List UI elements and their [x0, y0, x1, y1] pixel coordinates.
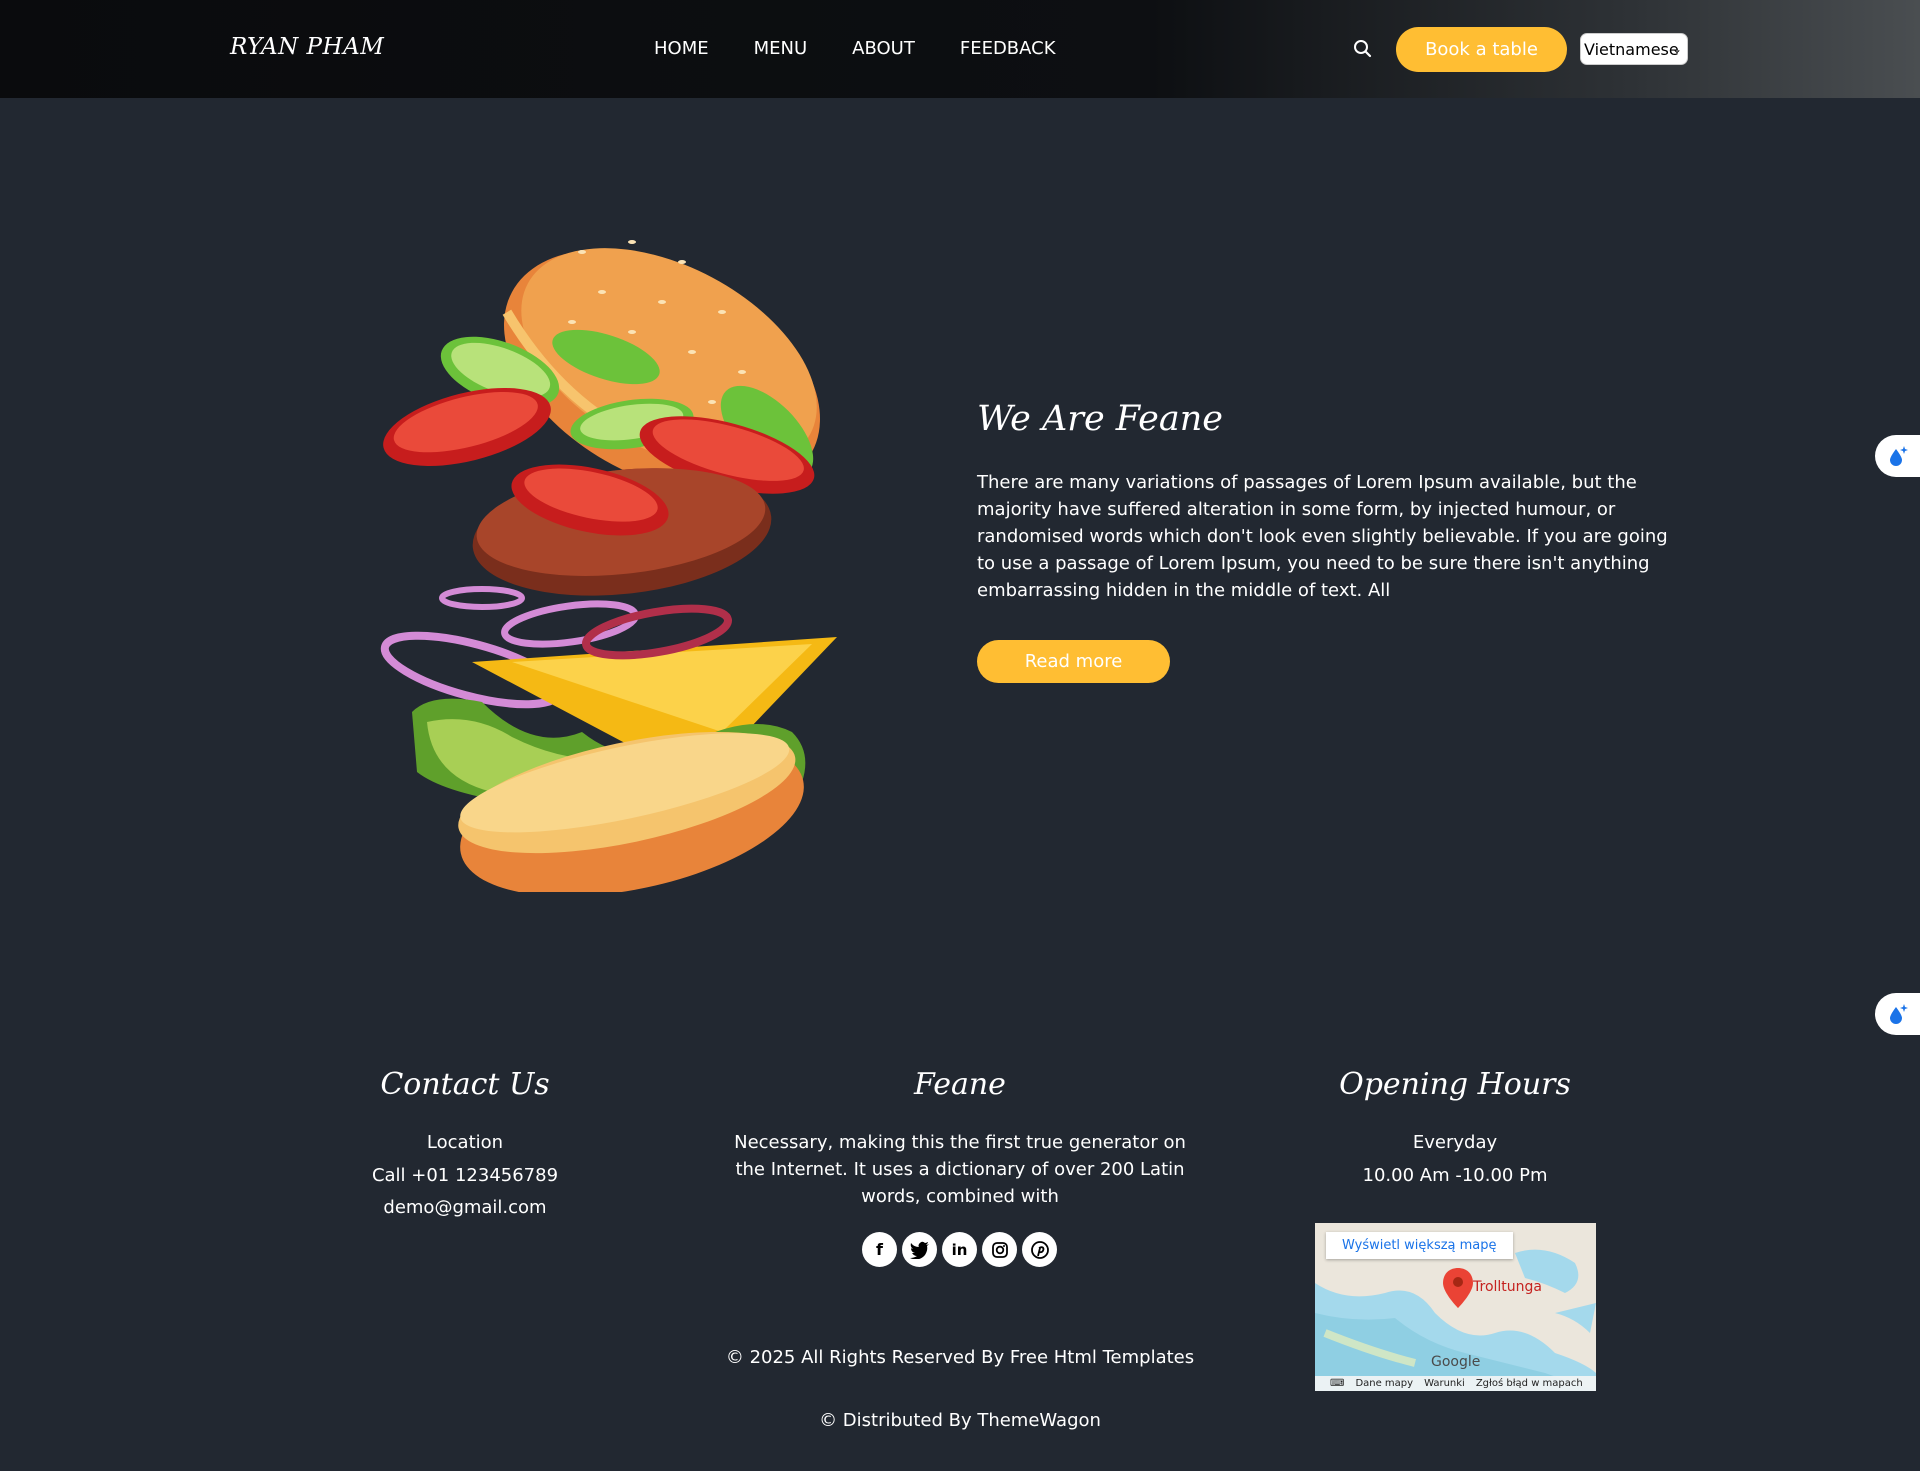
- contact-title: Contact Us: [380, 1067, 550, 1102]
- side-widget-top[interactable]: [1875, 435, 1920, 477]
- map-terms-link[interactable]: Warunki: [1424, 1378, 1465, 1389]
- book-table-button[interactable]: Book a table: [1396, 27, 1567, 72]
- language-value: Vietnamese: [1584, 39, 1679, 59]
- map-place-label: Trolltunga: [1473, 1279, 1542, 1295]
- pinterest-p-glyph: [1030, 1240, 1049, 1259]
- instagram-camera-glyph: [991, 1241, 1008, 1258]
- droplet-sparkle-icon: [1889, 1004, 1908, 1024]
- nav-menu[interactable]: MENU: [754, 38, 808, 59]
- contact-email[interactable]: demo@gmail.com: [315, 1194, 615, 1221]
- social-links: f in: [862, 1232, 1057, 1267]
- contact-phone[interactable]: Call +01 123456789: [315, 1162, 615, 1189]
- twitter-icon[interactable]: [902, 1232, 937, 1267]
- nav-feedback[interactable]: FEEDBACK: [960, 38, 1056, 59]
- map-footer: ⌨ Dane mapy Warunki Zgłoś błąd w mapach: [1315, 1376, 1596, 1391]
- twitter-bird-glyph: [909, 1241, 929, 1259]
- hours-days: Everyday: [1412, 1132, 1498, 1153]
- linkedin-icon[interactable]: in: [942, 1232, 977, 1267]
- brand-logo[interactable]: RYAN PHAM: [230, 34, 384, 60]
- side-widget-bottom[interactable]: [1875, 993, 1920, 1035]
- contact-location[interactable]: Location: [315, 1129, 615, 1156]
- main-nav: HOME MENU ABOUT FEEDBACK: [654, 38, 1101, 59]
- about-title: We Are Feane: [977, 399, 1224, 439]
- keyboard-icon[interactable]: ⌨: [1330, 1378, 1344, 1389]
- burger-illustration: [380, 240, 837, 892]
- facebook-icon[interactable]: f: [862, 1232, 897, 1267]
- feane-title: Feane: [914, 1067, 1006, 1102]
- view-larger-map-link[interactable]: Wyświetl większą mapę: [1326, 1232, 1513, 1259]
- map-data-link[interactable]: Dane mapy: [1355, 1378, 1413, 1389]
- pinterest-icon[interactable]: [1022, 1232, 1057, 1267]
- nav-home[interactable]: HOME: [654, 38, 709, 59]
- map-pin-icon: [1443, 1268, 1473, 1308]
- search-icon[interactable]: [1352, 38, 1374, 60]
- copyright-text: © 2025 All Rights Reserved By Free Html …: [725, 1347, 1195, 1368]
- hours-time: 10.00 Am -10.00 Pm: [1362, 1165, 1548, 1186]
- distributed-text: © Distributed By ThemeWagon: [819, 1410, 1101, 1431]
- chevron-down-icon: ⌄: [1671, 42, 1682, 56]
- read-more-button[interactable]: Read more: [977, 640, 1170, 683]
- hours-title: Opening Hours: [1339, 1067, 1571, 1102]
- feane-text: Necessary, making this the first true ge…: [734, 1132, 1186, 1207]
- instagram-icon[interactable]: [982, 1232, 1017, 1267]
- map-report-link[interactable]: Zgłoś błąd w mapach: [1476, 1378, 1583, 1389]
- site-header: RYAN PHAM HOME MENU ABOUT FEEDBACK Book …: [0, 0, 1920, 98]
- about-text: There are many variations of passages of…: [977, 472, 1668, 601]
- language-select[interactable]: Vietnamese ⌄: [1580, 33, 1688, 65]
- nav-about[interactable]: ABOUT: [852, 38, 915, 59]
- droplet-sparkle-icon: [1889, 446, 1908, 466]
